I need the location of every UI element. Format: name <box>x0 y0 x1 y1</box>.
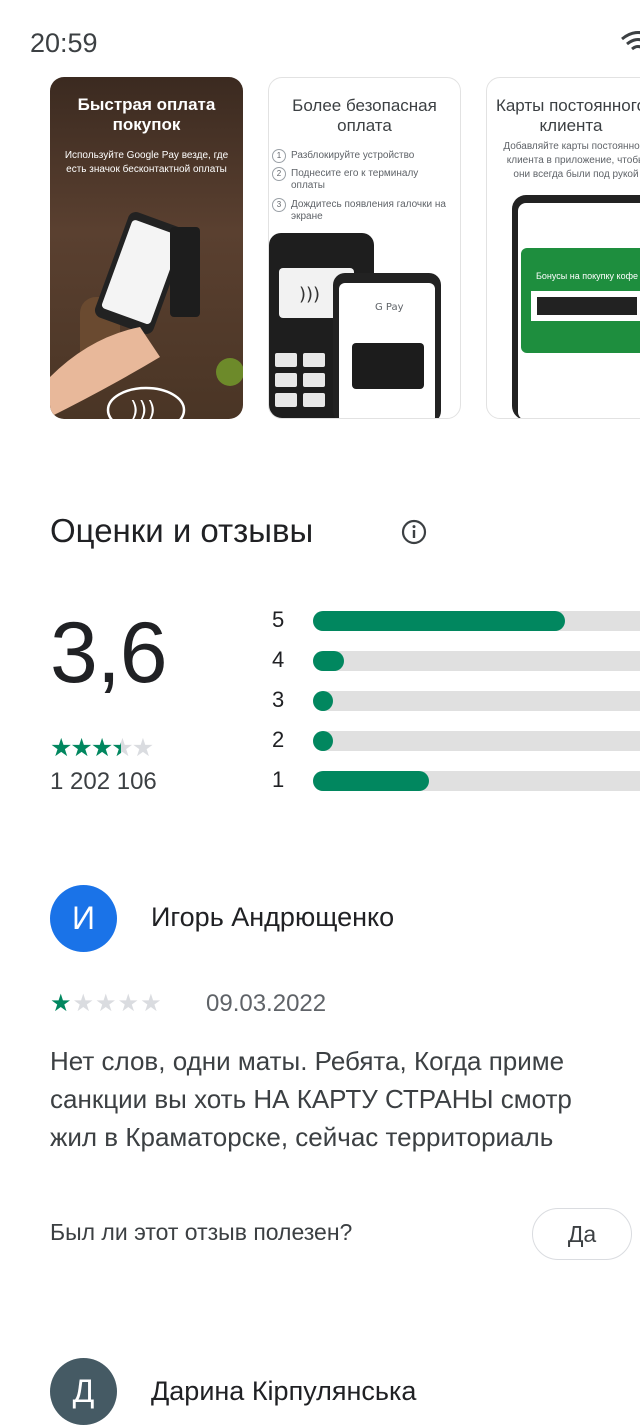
info-icon[interactable] <box>401 519 427 545</box>
rating-bar-row: 4 <box>272 647 640 675</box>
avatar[interactable]: Д <box>50 1358 117 1425</box>
star-empty-icon: ★ <box>117 990 141 1017</box>
rating-bar-label: 2 <box>272 727 285 752</box>
wifi-icon <box>620 30 640 58</box>
step-item: 2 Поднесите его к терминалу оплаты <box>272 167 451 192</box>
step-item: 3 Дождитесь появления галочки на экране <box>272 198 451 223</box>
rating-bar-track <box>313 771 640 791</box>
star-full-icon: ★ <box>50 734 72 762</box>
star-empty-icon: ★ <box>140 990 163 1017</box>
rating-bar-fill <box>313 611 565 631</box>
screenshot-subtitle: Используйте Google Pay везде, где есть з… <box>64 150 229 175</box>
rating-bar-track <box>313 651 640 671</box>
star-full-icon: ★ <box>50 990 73 1017</box>
screenshot-title: Быстрая оплата покупок <box>77 95 216 134</box>
rating-bar-track <box>313 731 640 751</box>
screenshot-2[interactable]: Более безопасная оплата 1 Разблокируйте у… <box>268 77 461 419</box>
review-text-line: жил в Краматорске, сейчас территориаль <box>50 1122 554 1152</box>
rating-bar-track <box>313 611 640 631</box>
review-date: 09.03.2022 <box>206 990 327 1017</box>
loyalty-card-illustration <box>512 195 640 418</box>
step-item: 1 Разблокируйте устройство <box>272 149 451 163</box>
section-title: Оценки и отзывы <box>50 512 314 549</box>
rating-average: 3,6 <box>50 605 168 701</box>
avatar[interactable]: И <box>50 885 117 952</box>
reviewer-name: Дарина Кірпулянська <box>151 1376 417 1406</box>
rating-bar-label: 3 <box>272 687 285 712</box>
svg-text:G Pay: G Pay <box>375 302 404 313</box>
screenshot-1[interactable]: Быстрая оплата покупок Используйте Googl… <box>50 77 243 419</box>
review-text[interactable]: Нет слов, одни маты. Ребята, Когда приме… <box>50 1042 640 1156</box>
review-text-line: Нет слов, одни маты. Ребята, Когда приме <box>50 1046 565 1076</box>
review-text-line: санкции вы хоть НА КАРТУ СТРАНЫ смотр <box>50 1084 572 1114</box>
rating-stars: ★★★★★★ <box>50 733 154 763</box>
rating-bar-row: 1 <box>272 767 640 795</box>
terminal-illustration: ))) G Pay <box>269 233 441 418</box>
star-full-icon: ★ <box>70 734 92 762</box>
phone-payment-illustration: ))) <box>50 212 243 419</box>
rating-count: 1 202 106 <box>50 768 157 795</box>
review-stars: ★★★★★ <box>50 989 163 1018</box>
svg-text:))): ))) <box>299 284 320 305</box>
rating-bar-fill <box>313 771 429 791</box>
screenshot-subtitle: Добавляйте карты постоянного клиента в п… <box>503 141 640 180</box>
screenshot-3[interactable]: Карты постоянного клиента Добавляйте кар… <box>486 77 640 419</box>
star-half-icon: ★★ <box>111 734 133 762</box>
rating-bar-row: 5 <box>272 607 640 635</box>
rating-bar-row: 3 <box>272 687 640 715</box>
rating-bar-label: 1 <box>272 767 285 792</box>
status-time: 20:59 <box>30 28 98 58</box>
rating-bar-label: 4 <box>272 647 285 672</box>
screenshot-title: Более безопасная оплата <box>292 96 437 135</box>
rating-bar-row: 2 <box>272 727 640 755</box>
rating-bar-label: 5 <box>272 607 285 632</box>
card-label: Бонусы на покупку кофе <box>535 271 638 281</box>
screenshot-title: Карты постоянного клиента <box>495 96 640 135</box>
reviewer-name: Игорь Андрющенко <box>151 902 395 932</box>
rating-bar-fill <box>313 651 344 671</box>
svg-text:))): ))) <box>130 398 156 419</box>
helpful-question: Был ли этот отзыв полезен? <box>50 1219 353 1245</box>
star-empty-icon: ★ <box>95 990 118 1017</box>
star-empty-icon: ★ <box>72 990 96 1017</box>
rating-bar-fill <box>313 731 334 751</box>
rating-bar-fill <box>313 691 334 711</box>
star-full-icon: ★ <box>90 734 113 762</box>
star-empty-icon: ★ <box>131 734 154 762</box>
helpful-yes-button[interactable]: Да <box>532 1208 632 1260</box>
rating-bar-track <box>313 691 640 711</box>
